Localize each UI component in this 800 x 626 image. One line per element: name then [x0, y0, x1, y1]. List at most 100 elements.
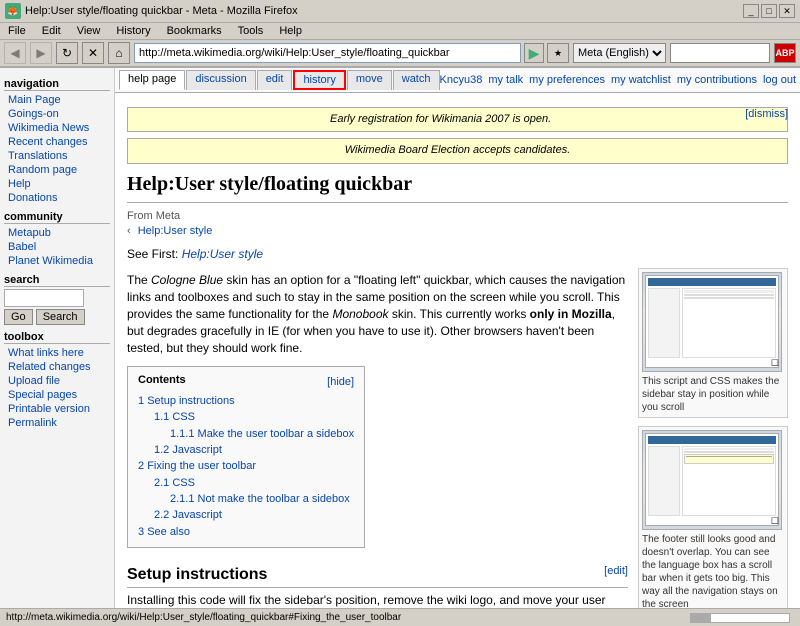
toc-link-2-1-1[interactable]: 2.1.1 Not make the toolbar a sidebox	[170, 493, 350, 505]
user-link-contributions[interactable]: my contributions	[677, 74, 757, 86]
toc-item-2-1: 2.1 CSS	[154, 476, 354, 491]
thumb-2-caption: The footer still looks good and doesn't …	[642, 533, 784, 608]
status-bar: http://meta.wikimedia.org/wiki/Help:User…	[0, 608, 800, 626]
tools-menu[interactable]: Tools	[234, 24, 268, 38]
toc-link-2-1[interactable]: 2.1 CSS	[154, 477, 195, 489]
close-button[interactable]: ✕	[779, 4, 795, 18]
bookmark-icon[interactable]: ★	[547, 43, 569, 63]
title-bar: 🦊 Help:User style/floating quickbar - Me…	[0, 0, 800, 23]
tab-edit[interactable]: edit	[257, 70, 293, 90]
address-bar[interactable]	[134, 43, 521, 63]
image-area: ☐ This script and CSS makes the sidebar …	[638, 268, 788, 608]
browser-search-input[interactable]	[670, 43, 770, 63]
sidebar-link-wikinews[interactable]: Wikimedia News	[4, 121, 110, 135]
from-meta: From Meta ‹ Help:User style	[127, 209, 788, 240]
notice-1-text: Early registration for Wikimania 2007 is…	[330, 113, 551, 125]
sidebar-link-planetwikimedia[interactable]: Planet Wikimedia	[4, 254, 110, 268]
search-engine-select[interactable]: Meta (English)	[573, 43, 666, 63]
toc-link-1-1-1[interactable]: 1.1.1 Make the user toolbar a sidebox	[170, 428, 354, 440]
toc-link-1-2[interactable]: 1.2 Javascript	[154, 444, 222, 456]
toc-link-1-1[interactable]: 1.1 CSS	[154, 411, 195, 423]
view-menu[interactable]: View	[73, 24, 105, 38]
search-go-button[interactable]: Go	[4, 309, 33, 325]
toc-link-3[interactable]: 3 See also	[138, 526, 190, 538]
tab-watch[interactable]: watch	[393, 70, 440, 90]
toc-box: Contents [hide] 1 Setup instructions 1.1…	[127, 366, 365, 548]
search-box: Go Search	[4, 289, 110, 325]
toc-item-1-1-1: 1.1.1 Make the user toolbar a sidebox	[170, 427, 354, 442]
see-first-link[interactable]: Help:User style	[182, 247, 263, 261]
search-search-button[interactable]: Search	[36, 309, 85, 325]
notices-area: [dismiss] Early registration for Wikiman…	[127, 107, 788, 164]
adblock-button[interactable]: ABP	[774, 43, 796, 63]
thumb-image-1: ☐	[642, 272, 782, 372]
toc-item-1: 1 Setup instructions	[138, 394, 354, 409]
forward-button[interactable]: ▶	[30, 42, 52, 64]
refresh-button[interactable]: ↻	[56, 42, 78, 64]
thumb-2-enlarge-icon[interactable]: ☐	[771, 515, 779, 528]
toc-hide-button[interactable]: [hide]	[327, 375, 354, 390]
sidebar-link-babel[interactable]: Babel	[4, 240, 110, 254]
user-links: Kncyu38 my talk my preferences my watchl…	[440, 74, 797, 86]
browser-icon: 🦊	[5, 3, 21, 19]
tab-history[interactable]: history	[293, 70, 345, 90]
breadcrumb-link[interactable]: Help:User style	[134, 224, 213, 238]
sidebar-link-mainpage[interactable]: Main Page	[4, 93, 110, 107]
sidebar-link-printable[interactable]: Printable version	[4, 402, 110, 416]
edit-menu[interactable]: Edit	[38, 24, 65, 38]
stop-button[interactable]: ✕	[82, 42, 104, 64]
tab-move[interactable]: move	[347, 70, 392, 90]
thumbnail-1: ☐ This script and CSS makes the sidebar …	[638, 268, 788, 418]
toc-item-3: 3 See also	[138, 525, 354, 540]
user-link-preferences[interactable]: my preferences	[529, 74, 605, 86]
tab-discussion[interactable]: discussion	[186, 70, 255, 90]
help-menu[interactable]: Help	[275, 24, 306, 38]
thumbnail-2: ☐ The footer still looks good and doesn'…	[638, 426, 788, 608]
back-button[interactable]: ◀	[4, 42, 26, 64]
sidebar-link-relatedchanges[interactable]: Related changes	[4, 360, 110, 374]
go-arrow-button[interactable]: ▶	[524, 43, 544, 63]
notice-2-text: Wikimedia Board Election accepts candida…	[345, 144, 571, 156]
toc-link-1[interactable]: 1 Setup instructions	[138, 395, 235, 407]
sidebar-link-metapub[interactable]: Metapub	[4, 226, 110, 240]
community-section-title: community	[4, 211, 110, 224]
sidebar-link-goingson[interactable]: Goings-on	[4, 107, 110, 121]
page-title: Help:User style/floating quickbar	[127, 170, 788, 203]
sidebar-link-whatlinkshere[interactable]: What links here	[4, 346, 110, 360]
toc-link-2-2[interactable]: 2.2 Javascript	[154, 509, 222, 521]
toc-item-1-2: 1.2 Javascript	[154, 443, 354, 458]
home-button[interactable]: ⌂	[108, 42, 130, 64]
nav-bar: ◀ ▶ ↻ ✕ ⌂ ▶ ★ Meta (English) ABP	[0, 40, 800, 67]
user-link-username[interactable]: Kncyu38	[440, 74, 483, 86]
minimize-button[interactable]: _	[743, 4, 759, 18]
thumb-1-caption: This script and CSS makes the sidebar st…	[642, 375, 784, 414]
sidebar-link-specialpages[interactable]: Special pages	[4, 388, 110, 402]
user-link-logout[interactable]: log out	[763, 74, 796, 86]
toc-link-2[interactable]: 2 Fixing the user toolbar	[138, 460, 256, 472]
search-input[interactable]	[4, 289, 84, 307]
scroll-indicator	[690, 613, 790, 623]
sidebar-link-randompage[interactable]: Random page	[4, 163, 110, 177]
sidebar-link-donations[interactable]: Donations	[4, 191, 110, 205]
thumb-image-2: ☐	[642, 430, 782, 530]
maximize-button[interactable]: □	[761, 4, 777, 18]
sidebar-link-help[interactable]: Help	[4, 177, 110, 191]
user-link-watchlist[interactable]: my watchlist	[611, 74, 671, 86]
history-menu[interactable]: History	[112, 24, 154, 38]
tab-help-page[interactable]: help page	[119, 70, 185, 90]
setup-heading: Setup instructions [edit]	[127, 564, 628, 587]
sidebar-link-recentchanges[interactable]: Recent changes	[4, 135, 110, 149]
bookmarks-menu[interactable]: Bookmarks	[163, 24, 226, 38]
setup-edit-link[interactable]: [edit]	[604, 564, 628, 586]
dismiss-link[interactable]: [dismiss]	[745, 107, 788, 122]
search-section-title: search	[4, 274, 110, 287]
sidebar-link-permalink[interactable]: Permalink	[4, 416, 110, 430]
status-url: http://meta.wikimedia.org/wiki/Help:User…	[6, 612, 686, 623]
sidebar-link-translations[interactable]: Translations	[4, 149, 110, 163]
address-bar-container: ▶ ★	[134, 43, 569, 63]
thumb-1-enlarge-icon[interactable]: ☐	[771, 357, 779, 370]
user-link-talk[interactable]: my talk	[488, 74, 523, 86]
scroll-thumb	[691, 614, 711, 622]
file-menu[interactable]: File	[4, 24, 30, 38]
sidebar-link-uploadfile[interactable]: Upload file	[4, 374, 110, 388]
